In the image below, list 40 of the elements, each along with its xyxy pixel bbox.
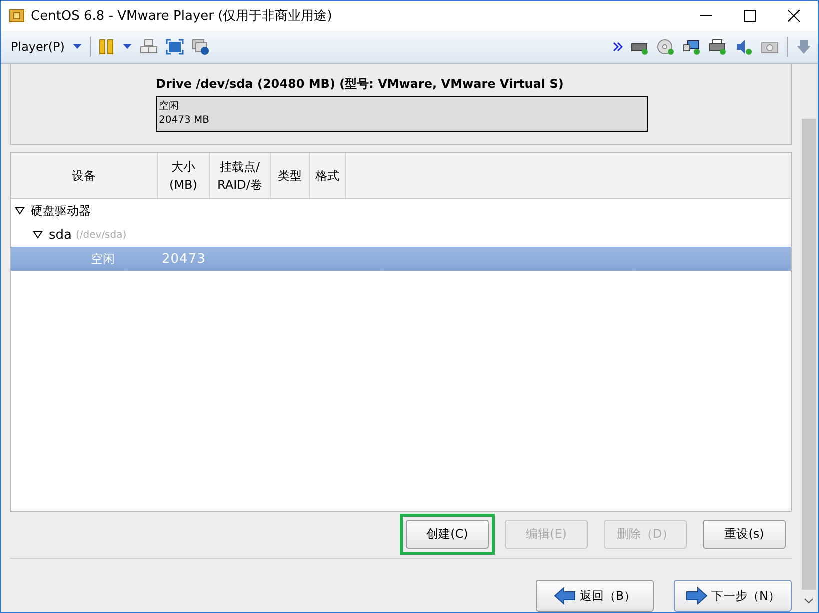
- device-name: sda: [49, 228, 72, 242]
- column-header[interactable]: 类型: [271, 153, 310, 198]
- maximize-icon[interactable]: [744, 10, 756, 22]
- column-header[interactable]: 挂载点/ RAID/卷: [210, 153, 271, 198]
- device-name: 硬盘驱动器: [31, 202, 91, 220]
- caret-icon[interactable]: [72, 44, 82, 50]
- speaker-icon[interactable]: [735, 39, 753, 55]
- column-header[interactable]: 大小 (MB): [158, 153, 210, 198]
- disc-icon[interactable]: [657, 39, 675, 55]
- next-button[interactable]: 下一步（N）: [674, 580, 792, 612]
- action-button[interactable]: 创建(C): [406, 520, 489, 549]
- device-path: (/dev/sda): [76, 230, 127, 240]
- table-row[interactable]: sda (/dev/sda): [11, 223, 791, 247]
- down-arrow-icon[interactable]: [796, 39, 812, 55]
- device-name: 空闲: [91, 250, 115, 268]
- action-button[interactable]: 重设(s): [703, 520, 786, 549]
- app-icon: [9, 8, 25, 24]
- drive-title: Drive /dev/sda (20480 MB) (型号: VMware, VMware Virtual S): [156, 76, 565, 93]
- scroll-down-icon[interactable]: [805, 598, 813, 604]
- window-title: CentOS 6.8 - VMware Player (仅用于非商业用途): [31, 8, 332, 25]
- pause-icon[interactable]: [98, 39, 115, 55]
- printer-icon[interactable]: [709, 39, 727, 55]
- network-icon[interactable]: [683, 39, 701, 55]
- size-cell-text: 20473: [161, 252, 206, 266]
- column-header[interactable]: 格式: [310, 153, 346, 198]
- segment-label: 空闲: [159, 100, 180, 114]
- back-button[interactable]: 返回（B）: [536, 580, 654, 612]
- left-arrow-icon: [554, 587, 576, 605]
- caret-icon[interactable]: [122, 44, 132, 50]
- chevron-icon[interactable]: [613, 42, 623, 52]
- expander-icon[interactable]: [33, 231, 43, 239]
- free-space-segment[interactable]: 空闲 20473 MB: [156, 96, 648, 132]
- table-row[interactable]: 硬盘驱动器: [11, 199, 791, 223]
- player-menu[interactable]: Player(P): [11, 40, 65, 54]
- column-header[interactable]: 设备: [11, 153, 158, 198]
- expander-icon[interactable]: [15, 207, 25, 215]
- close-icon[interactable]: [788, 10, 800, 22]
- fullscreen-icon[interactable]: [166, 39, 184, 55]
- segment-size: 20473 MB: [159, 114, 210, 128]
- right-arrow-icon: [686, 587, 708, 605]
